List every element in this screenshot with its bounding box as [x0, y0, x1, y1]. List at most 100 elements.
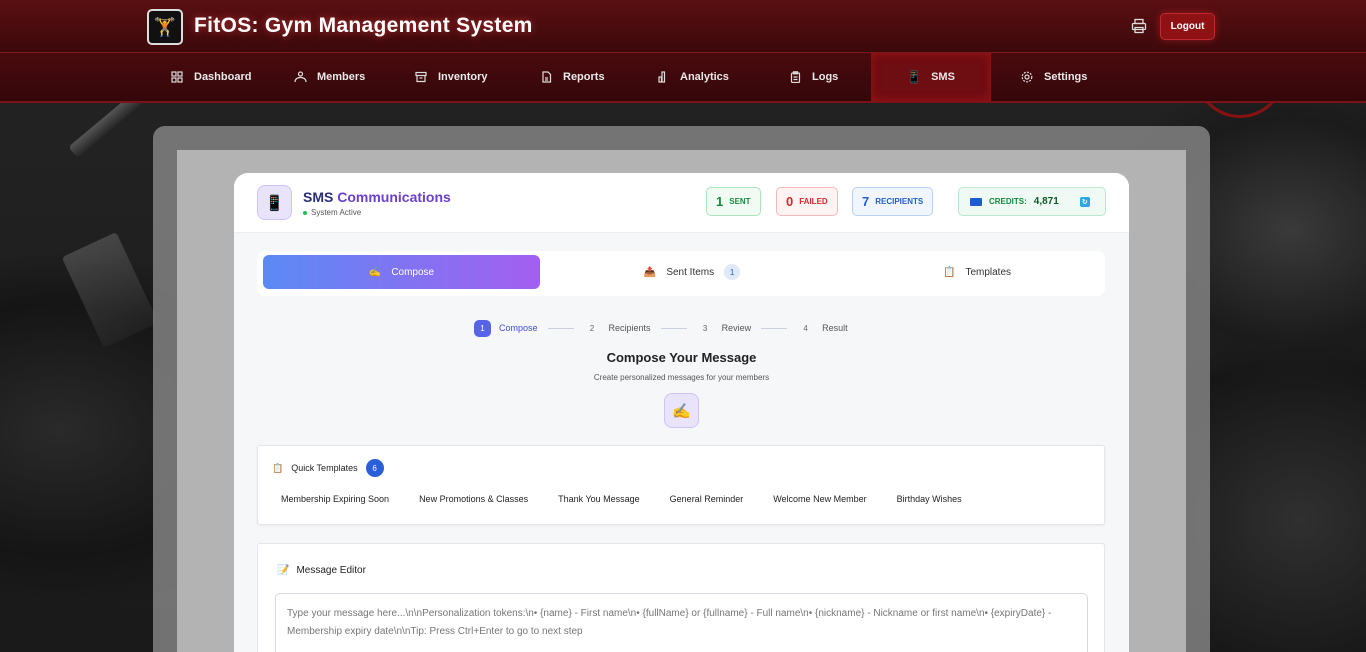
compose-title: Compose Your Message — [606, 350, 757, 365]
template-item[interactable]: Birthday Wishes — [897, 494, 962, 504]
credits-label: CREDITS: — [989, 197, 1027, 206]
sms-phone-icon: 📱 — [257, 185, 292, 220]
nav-label: Settings — [1044, 71, 1088, 83]
template-item[interactable]: Thank You Message — [558, 494, 640, 504]
refresh-icon[interactable]: ↻ — [1079, 196, 1090, 207]
file-icon — [539, 70, 553, 84]
step-label: Review — [721, 323, 752, 333]
logout-button[interactable]: Logout — [1160, 13, 1215, 40]
template-item[interactable]: General Reminder — [670, 494, 744, 504]
step-connector — [761, 327, 788, 329]
nav-item-dashboard[interactable]: Dashboard — [170, 53, 251, 101]
nav-label: SMS — [931, 71, 955, 83]
nav-item-logs[interactable]: Logs — [788, 53, 838, 101]
step-result: 4 Result — [797, 320, 848, 337]
message-editor-label: Message Editor — [296, 565, 366, 576]
stat-failed-label: FAILED — [799, 197, 828, 206]
sent-items-badge: 1 — [724, 264, 741, 280]
stat-recipients: 7 RECIPIENTS — [852, 187, 934, 216]
status-text: System Active — [311, 208, 362, 217]
app-logo-icon: 🏋 — [147, 9, 183, 45]
nav-label: Logs — [812, 71, 839, 83]
step-compose: 1 Compose — [474, 319, 538, 337]
stat-sent: 1 SENT — [706, 187, 761, 216]
stat-sent-label: SENT — [729, 197, 751, 206]
quick-templates-count: 6 — [365, 459, 384, 477]
sms-title: SMS Communications — [303, 189, 451, 205]
step-number: 3 — [702, 323, 708, 333]
archive-icon — [414, 70, 428, 84]
sms-card: 📱 SMS Communications System Active 1 SEN… — [234, 173, 1129, 652]
step-label: Recipients — [608, 323, 651, 333]
nav-label: Members — [317, 71, 366, 83]
nav-label: Dashboard — [194, 71, 252, 83]
credit-card-icon — [970, 197, 982, 206]
app-title: FitOS: Gym Management System — [194, 14, 533, 37]
quick-templates-panel: 📋 Quick Templates 6 Membership Expiring … — [257, 445, 1105, 525]
nav-item-analytics[interactable]: Analytics — [656, 53, 729, 101]
stat-failed: 0 FAILED — [776, 187, 838, 216]
nav-item-reports[interactable]: Reports — [539, 53, 605, 101]
top-bar: 🏋 FitOS: Gym Management System Logout — [0, 0, 1366, 53]
tab-templates[interactable]: 📋 Templates — [917, 255, 1037, 289]
message-editor-panel: 📝 Message Editor Type your message here.… — [257, 543, 1105, 652]
step-review: 3 Review — [697, 320, 752, 337]
writing-hand-icon: ✍️ — [664, 393, 699, 428]
stat-sent-value: 1 — [716, 194, 724, 209]
chart-icon — [656, 70, 670, 84]
template-item[interactable]: Welcome New Member — [773, 494, 866, 504]
stat-failed-value: 0 — [786, 194, 794, 209]
sms-title-part2: Communications — [337, 189, 451, 205]
step-connector — [547, 327, 574, 329]
template-item[interactable]: Membership Expiring Soon — [281, 494, 389, 504]
writing-hand-icon: ✍️ — [368, 266, 382, 278]
phone-icon: 📱 — [906, 70, 922, 84]
sms-header: 📱 SMS Communications System Active 1 SEN… — [234, 173, 1129, 233]
clipboard-icon: 📋 — [272, 462, 284, 473]
step-recipients: 2 Recipients — [584, 320, 651, 337]
progress-stepper: 1 Compose 2 Recipients 3 Review 4 Result — [474, 319, 848, 337]
template-clipboard-icon: 📋 — [942, 266, 956, 278]
quick-templates-list: Membership Expiring Soon New Promotions … — [281, 494, 962, 504]
stat-credits: CREDITS: 4,871 ↻ — [958, 187, 1106, 216]
stat-recipients-value: 7 — [862, 194, 870, 209]
tab-sent-items[interactable]: 📤 Sent Items 1 — [627, 255, 757, 289]
memo-icon: 📝 — [277, 565, 290, 576]
step-label: Result — [822, 323, 848, 333]
status-indicator: System Active — [303, 208, 361, 217]
outbox-icon: 📤 — [643, 266, 657, 278]
message-editor-header: 📝 Message Editor — [277, 565, 366, 576]
gear-icon — [1020, 70, 1034, 84]
clipboard-icon — [788, 70, 802, 84]
status-dot — [303, 210, 307, 215]
tab-sent-items-label: Sent Items — [666, 266, 715, 278]
step-number: 1 — [474, 319, 491, 337]
template-item[interactable]: New Promotions & Classes — [419, 494, 528, 504]
credits-value: 4,871 — [1033, 196, 1059, 207]
compose-subtitle: Create personalized messages for your me… — [593, 373, 770, 382]
nav-item-sms[interactable]: 📱 SMS — [871, 53, 991, 101]
message-textarea[interactable]: Type your message here...\n\nPersonaliza… — [275, 593, 1088, 652]
nav-item-inventory[interactable]: Inventory — [414, 53, 488, 101]
step-number: 4 — [803, 323, 808, 333]
nav-item-members[interactable]: Members — [293, 53, 365, 101]
main-nav: Dashboard Members Inventory Reports Anal… — [0, 53, 1366, 103]
tab-compose-label: Compose — [391, 266, 435, 278]
quick-templates-header: 📋 Quick Templates 6 — [272, 459, 384, 477]
sms-tabs: ✍️ Compose 📤 Sent Items 1 📋 Templates — [257, 251, 1105, 296]
nav-label: Reports — [563, 71, 605, 83]
stat-recipients-label: RECIPIENTS — [875, 197, 924, 206]
nav-label: Inventory — [438, 71, 488, 83]
nav-item-settings[interactable]: Settings — [1020, 53, 1087, 101]
step-connector — [660, 327, 687, 329]
sms-title-part1: SMS — [303, 189, 334, 205]
step-number: 2 — [589, 323, 595, 333]
quick-templates-label: Quick Templates — [291, 463, 358, 473]
tab-templates-label: Templates — [965, 266, 1012, 278]
grid-icon — [170, 70, 184, 84]
members-icon — [293, 70, 307, 84]
nav-label: Analytics — [680, 71, 729, 83]
tab-compose[interactable]: ✍️ Compose — [263, 255, 540, 289]
print-icon[interactable] — [1131, 18, 1149, 34]
step-label: Compose — [499, 323, 538, 333]
